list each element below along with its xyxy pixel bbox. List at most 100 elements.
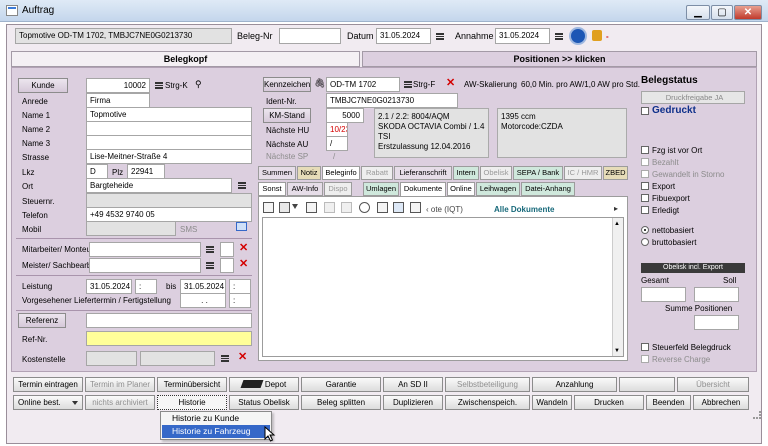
ref-nr-field[interactable] <box>86 331 252 346</box>
bezahlt-checkbox[interactable] <box>641 158 649 166</box>
tab-online[interactable]: Online <box>447 182 475 196</box>
kennzeichen-field[interactable]: OD-TM 1702 <box>326 77 400 92</box>
kennzeichen-menu-icon[interactable] <box>404 81 412 88</box>
an-sd-ii-button[interactable]: An SD II <box>383 377 443 392</box>
duplizieren-button[interactable]: Duplizieren <box>383 395 443 410</box>
edit-icon[interactable] <box>410 202 421 213</box>
tab-umlagen[interactable]: Umlagen <box>363 182 399 196</box>
historie-zu-kunde-item[interactable]: Historie zu Kunde <box>162 412 270 425</box>
gedruckt-checkbox[interactable] <box>641 107 649 115</box>
historie-zu-fahrzeug-item[interactable]: Historie zu Fahrzeug <box>162 425 270 438</box>
steuernr-field[interactable] <box>86 193 252 208</box>
service-logo-icon[interactable] <box>569 27 587 45</box>
empty-button[interactable] <box>619 377 675 392</box>
liefertermin-time[interactable]: : <box>229 293 251 308</box>
strasse-field[interactable]: Lise-Meitner-Straße 4 <box>86 149 252 164</box>
sms-label[interactable]: SMS <box>180 224 197 235</box>
anzahlung-button[interactable]: Anzahlung <box>532 377 617 392</box>
tab-rabatt[interactable]: Rabatt <box>361 166 393 180</box>
clear-meister-icon[interactable]: ✕ <box>239 259 248 270</box>
scroll-right-icon[interactable]: ▸ <box>614 203 618 214</box>
fibuexport-checkbox[interactable] <box>641 194 649 202</box>
tab-belegkopf[interactable]: Belegkopf <box>11 51 360 67</box>
kostenstelle-name-field[interactable] <box>140 351 215 366</box>
datum-field[interactable]: 31.05.2024 <box>376 28 431 44</box>
leistung-from-field[interactable]: 31.05.2024 <box>86 279 132 294</box>
bruttobasiert-radio[interactable] <box>641 238 649 246</box>
wandeln-button[interactable]: Wandeln <box>532 395 572 410</box>
close-window-button[interactable]: ✕ <box>734 5 762 20</box>
referenz-field[interactable] <box>86 313 252 328</box>
kostenstelle-menu-icon[interactable] <box>221 355 229 362</box>
tab-sepa-bank[interactable]: SEPA / Bank <box>513 166 563 180</box>
tab-beleginfo[interactable]: Beleginfo <box>322 166 360 180</box>
beleg-nr-field[interactable] <box>279 28 341 44</box>
termin-im-planer-button[interactable]: Termin im Planer <box>85 377 155 392</box>
reverse-charge-checkbox[interactable] <box>641 355 649 363</box>
tab-zbed[interactable]: ZBED <box>603 166 628 180</box>
document-list[interactable] <box>262 217 624 357</box>
leistung-to-time[interactable]: : <box>229 279 251 294</box>
open-document-icon[interactable] <box>306 202 317 213</box>
plz-field[interactable]: 22941 <box>127 164 165 179</box>
customer-vehicle-field[interactable]: Topmotive OD-TM 1702, TMBJC7NE0G0213730 <box>15 28 232 44</box>
tab-dispo[interactable]: Dispo <box>324 182 352 196</box>
zwischenspeichern-button[interactable]: Zwischenspeich. <box>445 395 530 410</box>
beenden-button[interactable]: Beenden <box>646 395 691 410</box>
leistung-to-field[interactable]: 31.05.2024 <box>180 279 226 294</box>
datum-menu-icon[interactable] <box>436 33 444 40</box>
document-filter[interactable]: Alle Dokumente <box>494 204 554 215</box>
paperclip-icon[interactable]: 🖇 <box>314 78 325 89</box>
drucken-button[interactable]: Drucken <box>574 395 644 410</box>
nichts-archiviert-button[interactable]: nichts archiviert <box>85 395 155 410</box>
kunde-field[interactable]: 10002 <box>86 78 150 93</box>
termin-eintragen-button[interactable]: Termin eintragen <box>13 377 83 392</box>
mobil-field[interactable] <box>86 221 176 236</box>
selbstbeteiligung-button[interactable]: Selbstbeteiligung <box>445 377 530 392</box>
maximize-button[interactable]: ▢ <box>711 5 733 20</box>
kostenstelle-field[interactable] <box>86 351 137 366</box>
liefertermin-date[interactable]: . . <box>180 293 226 308</box>
historie-button[interactable]: Historie <box>157 395 227 410</box>
nettobasiert-radio[interactable] <box>641 226 649 234</box>
annahme-menu-icon[interactable] <box>555 33 563 40</box>
paste-icon[interactable] <box>341 202 352 213</box>
beleg-splitten-button[interactable]: Beleg splitten <box>301 395 381 410</box>
zoom-icon[interactable] <box>359 202 370 213</box>
steuerfeld-checkbox[interactable] <box>641 343 649 351</box>
au-field[interactable]: / <box>326 136 348 151</box>
new-document-icon[interactable] <box>263 202 274 213</box>
mitarbeiter-field[interactable] <box>89 242 201 257</box>
kennzeichen-button[interactable]: Kennzeichen <box>263 77 311 92</box>
ident-field[interactable]: TMBJC7NE0G0213730 <box>326 93 458 108</box>
erledigt-checkbox[interactable] <box>641 206 649 214</box>
garantie-button[interactable]: Garantie <box>301 377 381 392</box>
leistung-from-time[interactable]: : <box>135 279 157 294</box>
name3-field[interactable] <box>86 135 252 150</box>
annahme-field[interactable]: 31.05.2024 <box>495 28 550 44</box>
tab-obelisk[interactable]: Obelisk <box>480 166 512 180</box>
tab-ic-hmr[interactable]: IC / HMR <box>564 166 602 180</box>
tab-sonst[interactable]: Sonst <box>258 182 286 196</box>
export-checkbox[interactable] <box>641 182 649 190</box>
meister-menu-icon[interactable] <box>206 262 214 269</box>
clear-kennzeichen-icon[interactable]: ✕ <box>446 78 455 89</box>
km-stand-button[interactable]: KM-Stand <box>263 108 311 123</box>
status-obelisk-button[interactable]: Status Obelisk <box>229 395 299 410</box>
send-sms-icon[interactable] <box>236 222 247 231</box>
scan-icon[interactable] <box>279 202 290 213</box>
telefon-field[interactable]: +49 4532 9740 05 <box>86 207 252 222</box>
meister-field[interactable] <box>89 258 201 273</box>
tab-summen[interactable]: Summen <box>258 166 296 180</box>
tab-positionen[interactable]: Positionen >> klicken <box>362 51 757 67</box>
person-icon[interactable]: ⚲ <box>195 79 202 90</box>
tab-leihwagen[interactable]: Leihwagen <box>476 182 520 196</box>
resize-grip[interactable] <box>753 411 761 419</box>
tab-intern[interactable]: Intern <box>453 166 479 180</box>
anrede-field[interactable]: Firma <box>86 93 150 108</box>
meister-code-field[interactable] <box>220 258 234 273</box>
km-stand-field[interactable]: 5000 <box>326 108 364 123</box>
scroll-down-icon[interactable]: ▼ <box>614 346 620 357</box>
lkz-field[interactable]: D <box>86 164 108 179</box>
clear-kostenstelle-icon[interactable]: ✕ <box>238 352 247 363</box>
